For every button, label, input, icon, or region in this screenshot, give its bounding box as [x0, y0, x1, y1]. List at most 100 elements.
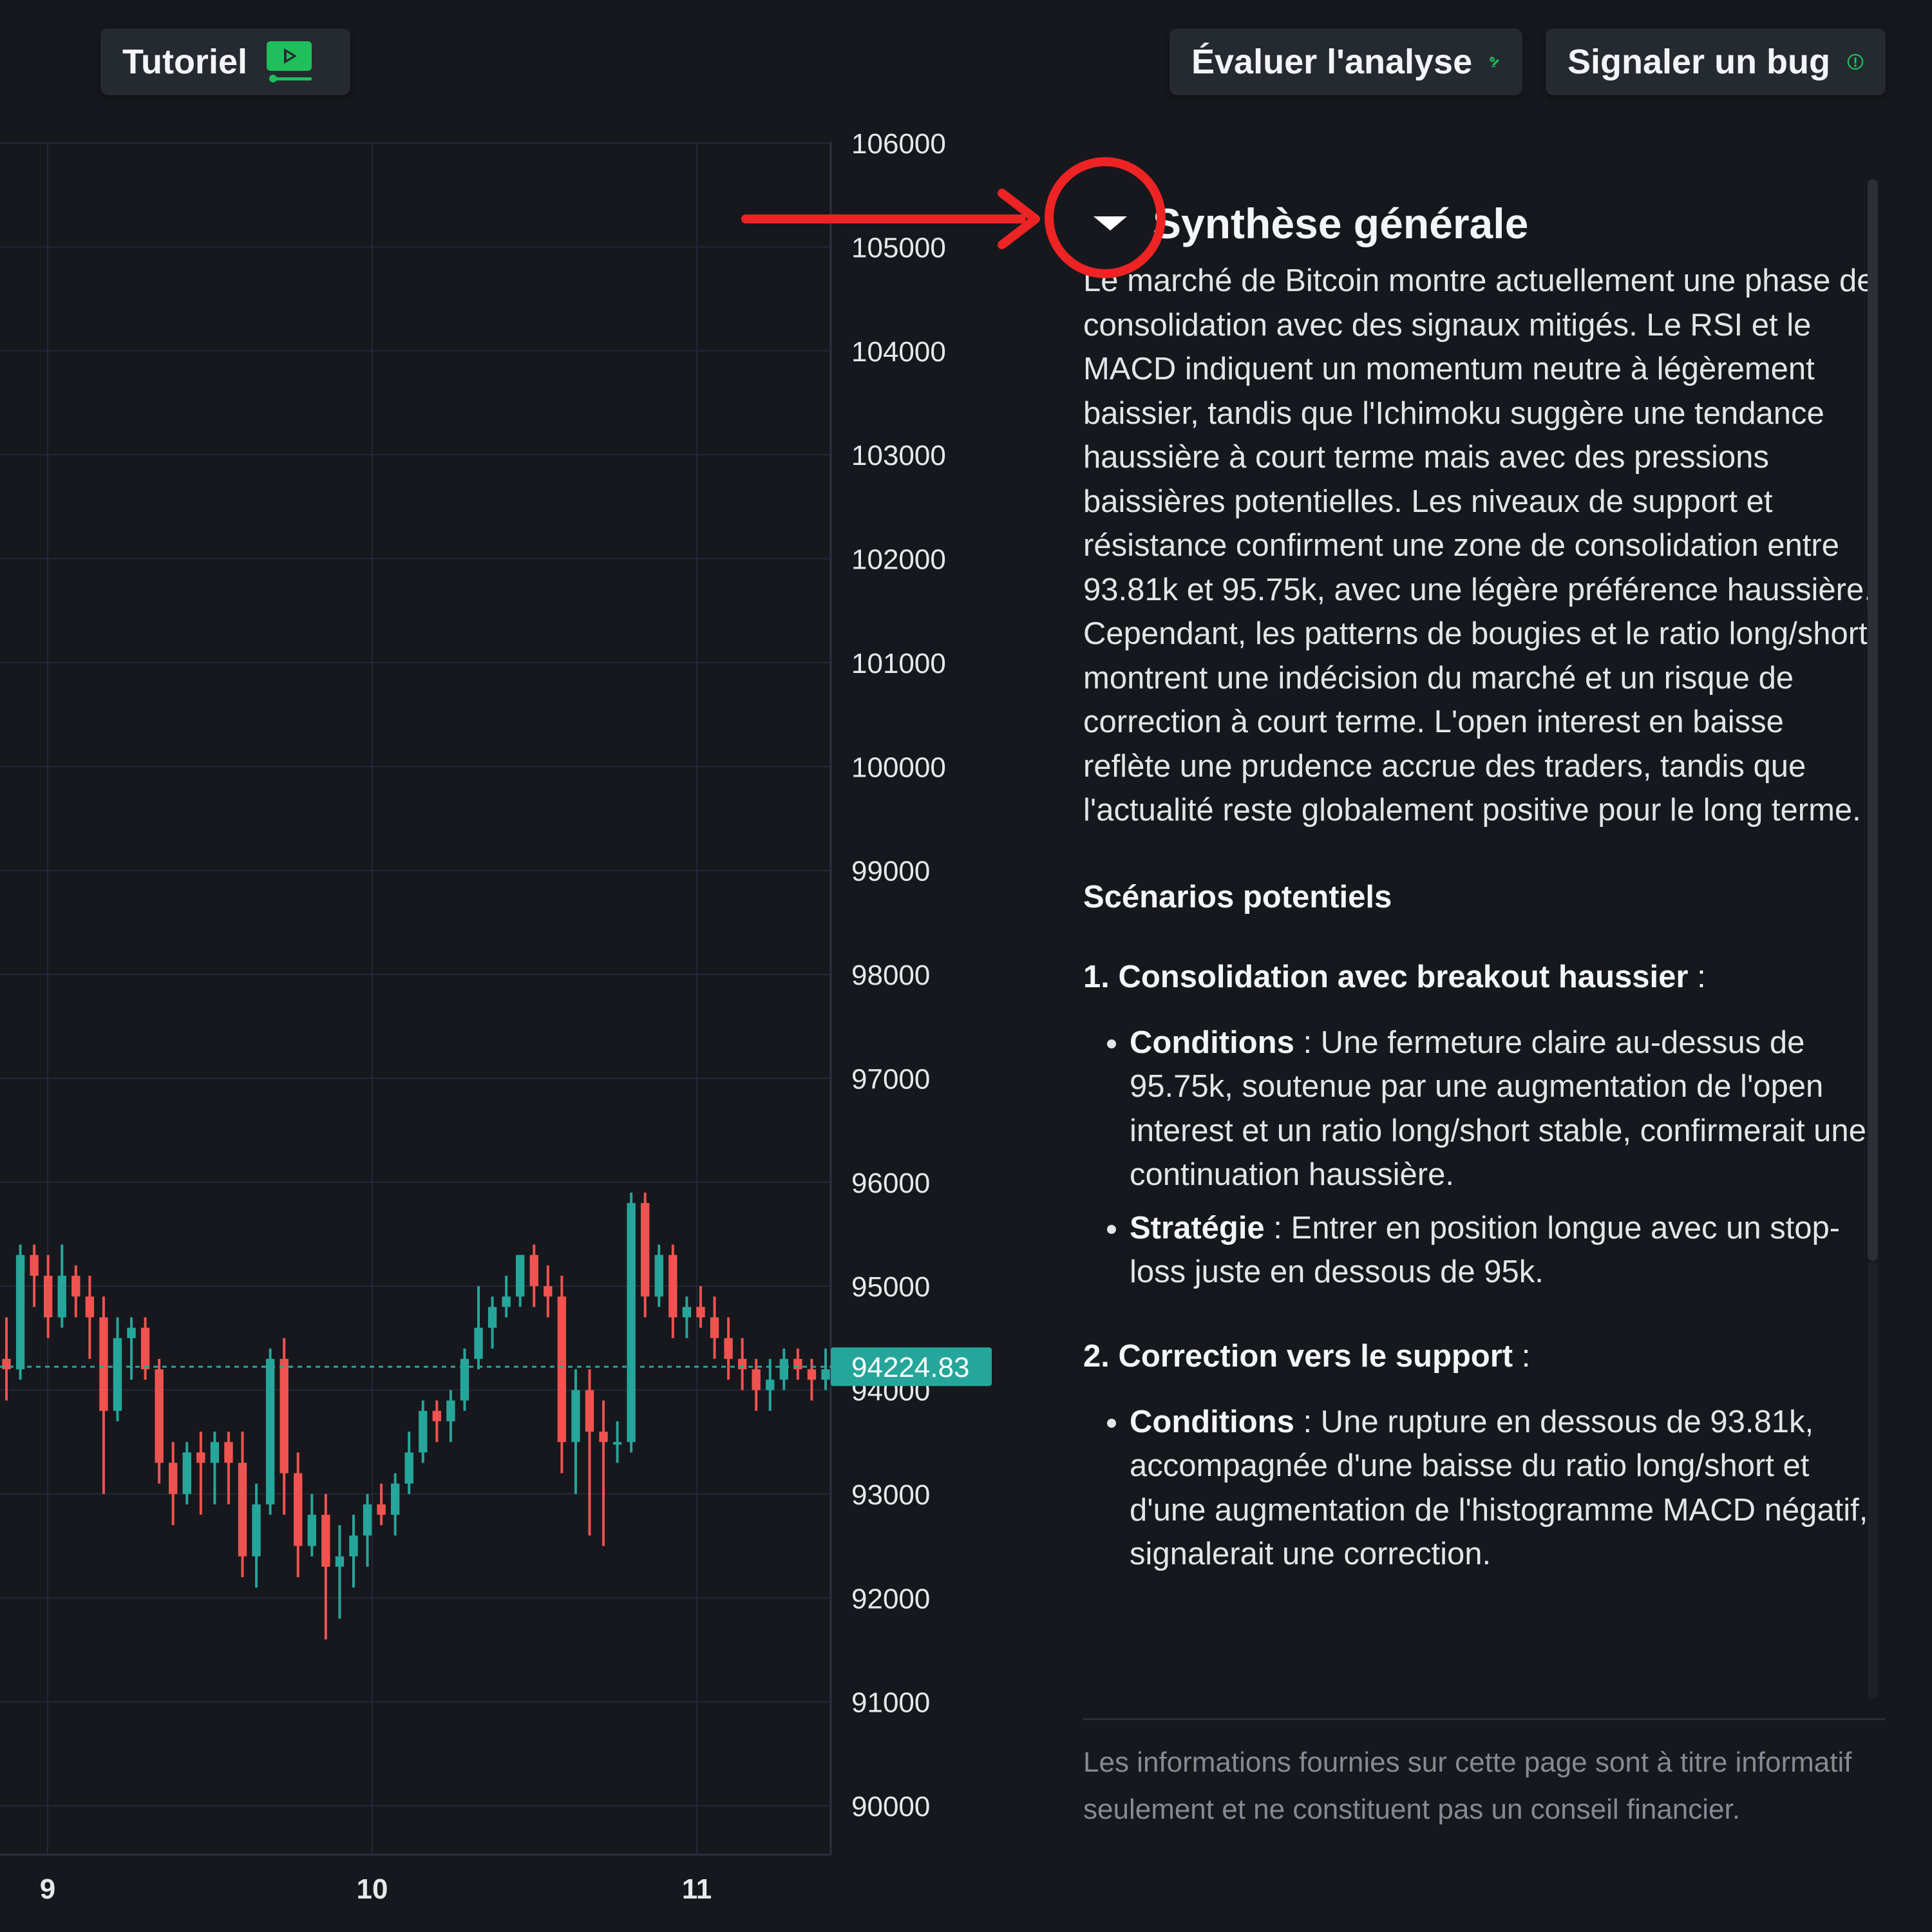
- candle-body: [585, 1390, 594, 1432]
- y-tick-label: 95000: [851, 1271, 930, 1303]
- candle-body: [43, 1275, 53, 1318]
- candle-body: [363, 1504, 372, 1536]
- candle-body: [446, 1400, 455, 1421]
- report-bug-button[interactable]: Signaler un bug: [1546, 28, 1886, 95]
- candle-body: [224, 1442, 233, 1463]
- candle-body: [127, 1327, 136, 1338]
- candle-body: [238, 1463, 247, 1557]
- disclaimer-text: Les informations fournies sur cette page…: [1083, 1747, 1852, 1825]
- candle-body: [807, 1369, 817, 1380]
- summary-text: Le marché de Bitcoin montre actuellement…: [1083, 263, 1875, 828]
- candle-body: [571, 1390, 580, 1443]
- candle-body: [419, 1410, 428, 1453]
- list-item: Stratégie : Entrer en position longue av…: [1130, 1206, 1875, 1294]
- scenario-1-title: 1. Consolidation avec breakout haussier …: [1083, 959, 1706, 994]
- candle-body: [654, 1255, 663, 1297]
- candle-body: [169, 1463, 178, 1494]
- candle-body: [349, 1535, 358, 1557]
- candle-body: [155, 1369, 164, 1463]
- candle-body: [474, 1327, 483, 1359]
- y-tick-label: 101000: [851, 648, 946, 679]
- conditions-label: Conditions: [1130, 1025, 1294, 1060]
- candle-body: [265, 1359, 275, 1505]
- candle-body: [793, 1359, 802, 1370]
- conditions-label: Conditions: [1130, 1404, 1294, 1439]
- candle-body: [99, 1317, 108, 1411]
- candle-body: [737, 1359, 747, 1370]
- evaluate-analysis-button[interactable]: Évaluer l'analyse: [1170, 28, 1522, 95]
- candle-body: [502, 1296, 511, 1307]
- list-item: Conditions : Une rupture en dessous de 9…: [1130, 1400, 1875, 1577]
- candlestick-chart[interactable]: 106000 105000 104000 103000 102000 101000 1000…: [0, 133, 1036, 1932]
- y-tick-label: 99000: [851, 856, 930, 887]
- evaluate-analysis-label: Évaluer l'analyse: [1191, 43, 1473, 81]
- scenario-2-list: Conditions : Une rupture en dessous de 9…: [1083, 1400, 1875, 1577]
- candle-body: [766, 1379, 775, 1390]
- candle-body: [140, 1327, 150, 1370]
- candle-body: [15, 1255, 25, 1370]
- alert-circle-icon: [1847, 53, 1864, 70]
- report-bug-label: Signaler un bug: [1567, 43, 1831, 81]
- candle-body: [390, 1483, 400, 1515]
- candle-body: [516, 1255, 525, 1297]
- y-tick-label: 93000: [851, 1479, 930, 1511]
- price-chart[interactable]: 106000 105000 104000 103000 102000 101000 1000…: [0, 133, 1036, 1932]
- candle-body: [377, 1504, 386, 1515]
- summary-title: Synthèse générale: [1153, 200, 1529, 247]
- candle-body: [113, 1338, 122, 1411]
- y-tick-label: 100000: [851, 752, 946, 783]
- y-tick-label: 91000: [851, 1687, 930, 1719]
- candle-body: [544, 1286, 553, 1297]
- last-price-label: 94224.83: [851, 1352, 970, 1383]
- scenario-2-title: 2. Correction vers le support :: [1083, 1338, 1531, 1374]
- y-tick-label: 103000: [851, 440, 946, 471]
- top-toolbar: Tutoriel Évaluer l'analyse Signaler un b…: [0, 0, 1932, 133]
- candle-body: [182, 1452, 191, 1494]
- candle-body: [682, 1307, 692, 1318]
- disclaimer-divider: [1083, 1718, 1886, 1720]
- panel-scrollbar[interactable]: [1868, 179, 1878, 1261]
- scrollbar-track: [1868, 1261, 1878, 1699]
- list-item: Conditions : Une fermeture claire au-des…: [1130, 1021, 1875, 1197]
- video-play-icon: [266, 41, 312, 82]
- candle-body: [724, 1338, 733, 1359]
- collapse-caret-icon[interactable]: [1094, 216, 1127, 231]
- candle-body: [488, 1307, 497, 1328]
- check-pencil-icon: [1490, 57, 1500, 67]
- candle-body: [696, 1307, 705, 1318]
- y-tick-label: 106000: [851, 133, 946, 160]
- candle-body: [252, 1504, 261, 1557]
- y-tick-label: 104000: [851, 336, 946, 368]
- scenario-1-list: Conditions : Une fermeture claire au-des…: [1083, 1021, 1875, 1294]
- candle-body: [668, 1255, 677, 1318]
- y-tick-label: 90000: [851, 1791, 930, 1823]
- candle-body: [307, 1515, 316, 1546]
- x-tick-label: 9: [40, 1873, 55, 1905]
- tutorial-button[interactable]: Tutoriel: [100, 28, 350, 95]
- candle-body: [71, 1275, 80, 1297]
- candle-body: [612, 1442, 622, 1445]
- candle-body: [321, 1515, 330, 1567]
- y-tick-label: 105000: [851, 232, 946, 263]
- candle-body: [599, 1432, 608, 1443]
- candle-body: [710, 1317, 719, 1338]
- candle-body: [196, 1452, 205, 1463]
- candle-body: [279, 1359, 289, 1473]
- candle-body: [210, 1442, 220, 1463]
- x-tick-label: 10: [357, 1873, 388, 1905]
- candle-body: [85, 1296, 95, 1318]
- x-tick-label: 11: [682, 1873, 712, 1905]
- y-tick-label: 97000: [851, 1063, 930, 1095]
- candle-body: [557, 1296, 567, 1443]
- candle-body: [30, 1255, 39, 1276]
- candle-body: [2, 1359, 11, 1370]
- scenarios-title: Scénarios potentiels: [1083, 879, 1392, 914]
- analysis-content: Synthèse générale Le marché de Bitcoin m…: [1083, 188, 1875, 1586]
- candle-body: [779, 1359, 789, 1380]
- candle-body: [821, 1369, 830, 1380]
- y-tick-label: 92000: [851, 1583, 930, 1615]
- candle-body: [335, 1556, 345, 1567]
- y-tick-label: 102000: [851, 544, 946, 576]
- candle-body: [404, 1452, 413, 1484]
- summary-header[interactable]: Synthèse générale: [1083, 188, 1875, 259]
